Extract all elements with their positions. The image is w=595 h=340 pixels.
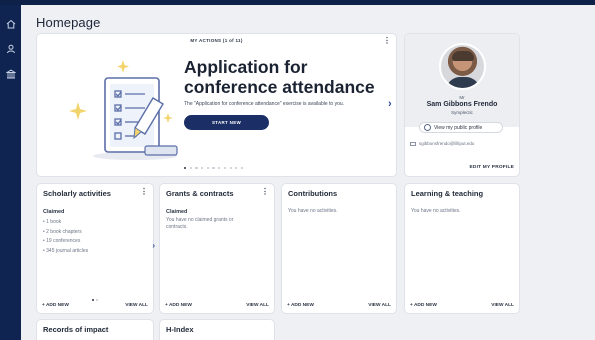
pager-dot[interactable] [206,167,209,170]
profile-organisation: Symplectic [451,110,473,115]
add-new-button[interactable]: + ADD NEW [165,303,192,308]
view-all-button[interactable]: VIEW ALL [368,303,391,308]
widget-subtitle: Claimed [166,209,188,215]
pager-dot[interactable] [218,167,221,170]
list-item[interactable]: 345 journal articles [43,248,88,258]
profile-email-text: sgibbonsfrendo@lilliput.edu [419,141,475,146]
widget-title: Learning & teaching [411,189,484,198]
action-description: The "Application for conference attendan… [184,101,345,107]
widget-title: H-Index [166,325,194,334]
h-index-card: H-Index [159,319,275,340]
next-action-chevron-icon[interactable]: › [388,98,392,110]
widget-empty-text: You have no activities. [411,208,461,214]
widget-title: Contributions [288,189,338,198]
add-new-button[interactable]: + ADD NEW [42,303,69,308]
widget-title: Grants & contracts [166,189,234,198]
action-title-line2: conference attendance [184,77,375,97]
avatar [439,43,486,90]
edit-profile-link[interactable]: EDIT MY PROFILE [470,165,515,170]
scholarly-activities-card: Scholarly activities ⋮ Claimed 1 book 2 … [36,183,155,314]
pager-dot[interactable] [96,299,98,301]
action-title-line1: Application for [184,57,308,77]
more-options-icon[interactable]: ⋮ [261,188,269,196]
more-options-icon[interactable]: ⋮ [140,188,148,196]
pager-dot[interactable] [229,167,232,170]
my-actions-card: MY ACTIONS (1 of 11) ⋮ Application for c… [36,33,397,177]
view-all-button[interactable]: VIEW ALL [125,303,148,308]
sidebar [0,5,21,340]
start-new-button[interactable]: START NEW [184,115,269,130]
pager-dot[interactable] [184,167,187,170]
list-item[interactable]: 1 book [43,219,88,229]
profile-salutation: Mr [459,95,465,100]
widget-title: Records of impact [43,325,109,334]
actions-pager [184,167,244,170]
pager-dot[interactable] [223,167,226,170]
user-icon[interactable] [5,43,16,54]
view-public-profile-button[interactable]: View my public profile [419,122,503,133]
pager-dot[interactable] [235,167,238,170]
view-all-button[interactable]: VIEW ALL [246,303,269,308]
widget-subtitle: Claimed [43,209,65,215]
pager-dot[interactable] [212,167,215,170]
globe-icon [424,124,431,131]
add-new-button[interactable]: + ADD NEW [410,303,437,308]
pager-dot[interactable] [240,167,244,170]
view-public-profile-label: View my public profile [434,124,483,131]
building-icon[interactable] [5,68,16,79]
checklist-illustration-icon [69,60,178,160]
profile-name: Sam Gibbons Frendo [426,101,498,108]
records-of-impact-card: Records of impact [36,319,154,340]
view-all-button[interactable]: VIEW ALL [491,303,514,308]
mail-icon [410,141,416,146]
list-item[interactable]: 19 conferences [43,238,88,248]
contributions-card: Contributions You have no activities. + … [281,183,397,314]
widget-title: Scholarly activities [43,189,111,198]
next-chevron-icon[interactable]: › [152,241,155,250]
widget-pager [92,299,98,301]
top-bar [0,0,595,5]
pager-dot[interactable] [195,167,198,170]
profile-card: Mr Sam Gibbons Frendo Symplectic View my… [404,33,520,177]
more-options-icon[interactable]: ⋮ [383,37,391,45]
action-title: Application for conference attendance [184,57,375,97]
pager-dot[interactable] [189,167,192,170]
scholarly-list: 1 book 2 book chapters 19 conferences 34… [43,219,88,257]
grants-contracts-card: Grants & contracts ⋮ Claimed You have no… [159,183,275,314]
page-title: Homepage [36,15,101,30]
home-icon[interactable] [5,18,16,29]
learning-teaching-card: Learning & teaching You have no activiti… [404,183,520,314]
widget-empty-text: You have no claimed grants or contracts. [166,217,234,230]
profile-email[interactable]: sgibbonsfrendo@lilliput.edu [410,141,474,146]
list-item[interactable]: 2 book chapters [43,229,88,239]
pager-dot[interactable] [92,299,94,301]
add-new-button[interactable]: + ADD NEW [287,303,314,308]
widget-empty-text: You have no activities. [288,208,338,214]
actions-header: MY ACTIONS (1 of 11) [190,38,243,43]
avatar-hair [452,51,474,61]
pager-dot[interactable] [201,167,204,170]
